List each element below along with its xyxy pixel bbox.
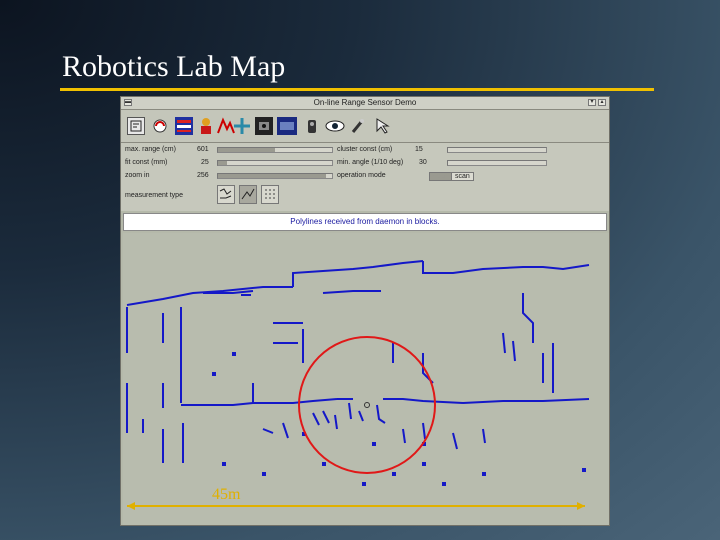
map-point: [482, 472, 486, 476]
map-point: [262, 472, 266, 476]
map-polyline: [376, 404, 386, 424]
maximize-button[interactable]: ▴: [598, 99, 606, 106]
map-point: [322, 462, 326, 466]
map-polyline: [502, 332, 516, 362]
fit-const-slider[interactable]: [217, 160, 333, 166]
polyline-layer: [126, 260, 590, 486]
chart-icon[interactable]: [175, 117, 193, 135]
refresh-icon[interactable]: [151, 117, 169, 135]
cluster-const-label: cluster const (cm): [337, 146, 393, 153]
fit-const-value: 25: [201, 159, 209, 166]
slide-title: Robotics Lab Map: [62, 50, 286, 83]
min-angle-value: 30: [419, 159, 427, 166]
max-range-slider[interactable]: [217, 147, 333, 153]
map-point: [232, 352, 236, 356]
controls-panel: max. range (cm) 601 fit const (mm) 25 zo…: [121, 143, 609, 211]
range-map-canvas[interactable]: [123, 233, 609, 525]
measurement-lines-button[interactable]: [239, 185, 257, 204]
display-icon[interactable]: [277, 117, 297, 135]
map-point: [362, 482, 366, 486]
camera-icon[interactable]: [255, 117, 273, 135]
eye-icon[interactable]: [325, 117, 345, 135]
map-polyline: [273, 322, 304, 363]
measurement-type-label: measurement type: [125, 192, 183, 199]
cluster-const-value: 15: [415, 146, 423, 153]
zoom-in-slider[interactable]: [217, 173, 333, 179]
sensor-range-circle: [298, 336, 436, 474]
map-point: [422, 462, 426, 466]
map-polyline: [312, 410, 338, 430]
map-polyline: [542, 343, 554, 393]
move-icon[interactable]: [233, 117, 251, 135]
map-polyline: [252, 383, 338, 404]
measurement-raw-button[interactable]: [217, 185, 235, 204]
map-polyline: [348, 402, 364, 422]
max-range-label: max. range (cm): [125, 146, 176, 153]
map-polyline: [462, 398, 590, 404]
window-title: On-line Range Sensor Demo: [313, 98, 417, 107]
operation-mode-value[interactable]: scan: [429, 172, 452, 181]
map-polyline: [337, 398, 464, 404]
map-point: [582, 468, 586, 472]
map-polyline: [262, 422, 289, 439]
map-polyline: [392, 343, 434, 384]
min-angle-slider[interactable]: [447, 160, 547, 166]
map-polyline: [402, 422, 426, 444]
person-icon[interactable]: [197, 117, 215, 135]
max-range-value: 601: [197, 146, 209, 153]
map-icon[interactable]: [127, 117, 145, 135]
status-message: Polylines received from daemon in blocks…: [123, 213, 607, 231]
range-sensor-window: ▬ On-line Range Sensor Demo ▾ ▴ max. ran…: [120, 96, 610, 526]
toolbar: [121, 110, 609, 143]
map-point: [372, 442, 376, 446]
map-point: [222, 462, 226, 466]
zoom-in-label: zoom in: [125, 172, 150, 179]
map-point: [392, 472, 396, 476]
robot-position-marker: [364, 402, 370, 408]
min-angle-label: min. angle (1/10 deg): [337, 159, 404, 166]
scale-bar: [127, 502, 585, 510]
pointer-icon[interactable]: [373, 117, 391, 135]
map-point: [442, 482, 446, 486]
operation-mode-scan-button[interactable]: scan: [451, 172, 474, 181]
map-polyline: [126, 286, 293, 306]
cluster-const-slider[interactable]: [447, 147, 547, 153]
window-titlebar[interactable]: ▬ On-line Range Sensor Demo ▾ ▴: [121, 97, 609, 110]
title-rule: [60, 88, 654, 91]
map-polyline: [522, 293, 534, 343]
robot-icon[interactable]: [303, 117, 321, 135]
map-polyline: [322, 290, 381, 294]
map-polyline: [181, 402, 254, 406]
minimize-button[interactable]: ▾: [588, 99, 596, 106]
range-map[interactable]: [123, 233, 609, 525]
map-polyline: [422, 261, 590, 274]
map-polyline: [142, 419, 184, 463]
zoom-in-value: 256: [197, 172, 209, 179]
map-polyline: [292, 260, 424, 287]
wand-icon[interactable]: [349, 117, 367, 135]
measurement-grid-button[interactable]: [261, 185, 279, 204]
map-point: [212, 372, 216, 376]
scale-label: 45m: [212, 486, 241, 503]
map-polyline: [452, 428, 486, 450]
fit-const-label: fit const (mm): [125, 159, 168, 166]
operation-mode-label: operation mode: [337, 172, 386, 179]
